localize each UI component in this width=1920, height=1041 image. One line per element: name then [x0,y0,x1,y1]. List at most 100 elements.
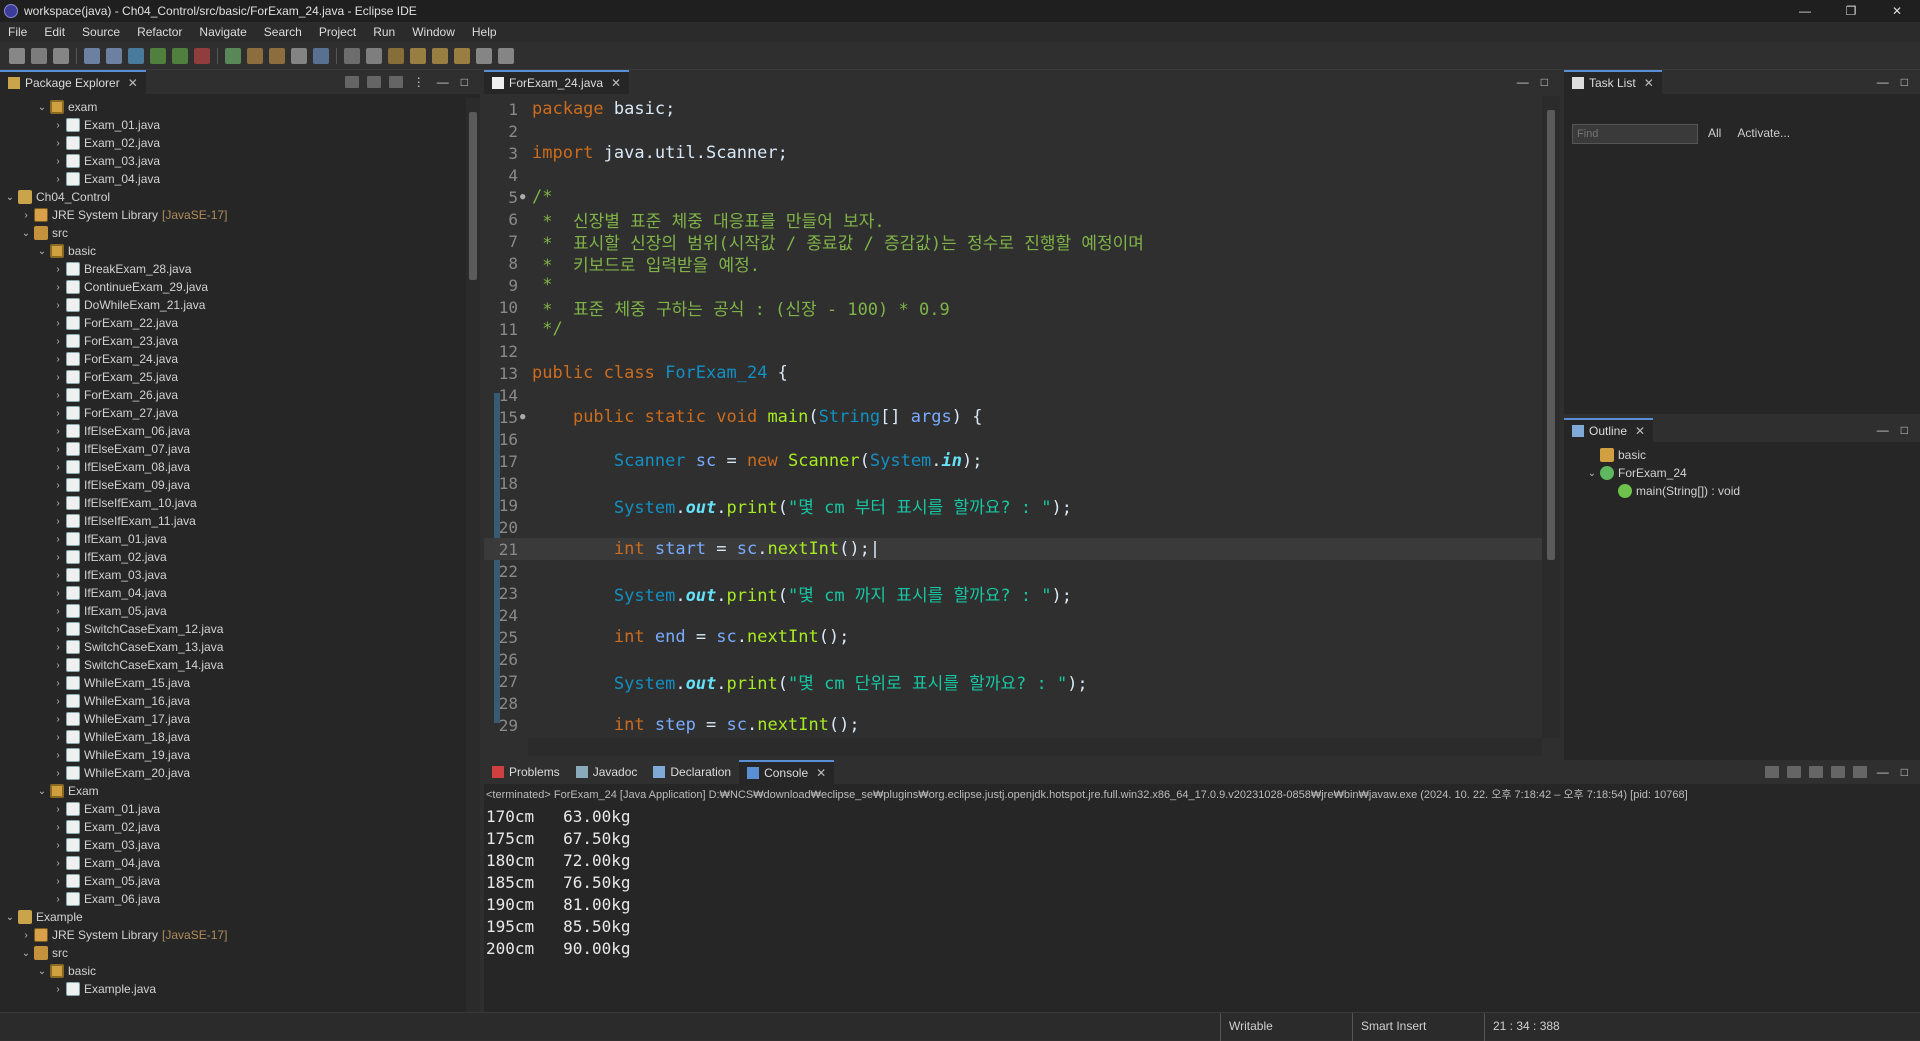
tree-item[interactable]: › ForExam_24.java [0,350,464,368]
chevron-right-icon[interactable]: › [52,372,64,383]
menu-file[interactable]: File [0,22,36,42]
code-line[interactable]: 13 public class ForExam_24 { [484,362,1542,384]
chevron-right-icon[interactable]: › [52,678,64,689]
chevron-down-icon[interactable]: ⌄ [36,966,48,977]
maximize-view-icon[interactable]: □ [1541,75,1548,89]
code-line[interactable]: 10 * 표준 체중 구하는 공식 : (신장 - 100) * 0.9 [484,296,1542,320]
code-line[interactable]: 5 ● /* [484,186,1542,208]
tree-item[interactable]: › WhileExam_15.java [0,674,464,692]
code-area[interactable]: 1 package basic; 2 3 import java.util.Scanne… [484,96,1542,738]
minimize-view-icon[interactable]: — [1877,423,1889,437]
chevron-right-icon[interactable]: › [52,606,64,617]
scrollbar-thumb[interactable] [1547,110,1555,560]
toolbar-tool-icon[interactable] [150,47,166,64]
tree-item[interactable]: › BreakExam_28.java [0,260,464,278]
chevron-right-icon[interactable]: › [52,336,64,347]
tree-item[interactable]: › Example.java [0,980,464,998]
outline-item[interactable]: main(String[]) : void [1570,482,1920,500]
chevron-right-icon[interactable]: › [52,642,64,653]
tree-item[interactable]: › ForExam_23.java [0,332,464,350]
chevron-right-icon[interactable]: › [52,156,64,167]
code-line[interactable]: 15 ● public static void main(String[] arg… [484,406,1542,428]
close-icon[interactable]: ✕ [611,76,621,90]
chevron-right-icon[interactable]: › [52,462,64,473]
outline-item[interactable]: basic [1570,446,1920,464]
code-line[interactable]: 12 [484,340,1542,362]
fold-marker-icon[interactable]: ● [520,412,528,422]
close-icon[interactable]: ✕ [1644,76,1654,90]
code-line[interactable]: 9 * [484,274,1542,296]
chevron-right-icon[interactable]: › [52,570,64,581]
chevron-right-icon[interactable]: › [52,120,64,131]
chevron-right-icon[interactable]: › [52,768,64,779]
tree-item[interactable]: ⌄ Example [0,908,464,926]
tab-package-explorer[interactable]: Package Explorer ✕ [0,70,146,94]
chevron-right-icon[interactable]: › [52,588,64,599]
pin-console-icon[interactable] [1852,766,1867,778]
task-find-input[interactable] [1572,124,1698,144]
terminate-icon[interactable] [1764,766,1779,778]
link-editor-icon[interactable] [366,76,381,88]
maximize-view-icon[interactable]: □ [461,75,468,89]
minimize-button[interactable]: — [1782,4,1828,18]
minimize-view-icon[interactable]: — [1517,75,1529,89]
menu-help[interactable]: Help [464,22,506,42]
tree-item[interactable]: › IfExam_02.java [0,548,464,566]
tree-item[interactable]: › IfElseExam_07.java [0,440,464,458]
tree-item[interactable]: › JRE System Library [JavaSE-17] [0,206,464,224]
console-output[interactable]: 170cm 63.00kg 175cm 67.50kg 180cm 72.00kg 1… [484,804,1902,994]
tree-item[interactable]: ⌄ exam [0,98,464,116]
outline-item[interactable]: ⌄ ForExam_24 [1570,464,1920,482]
tree-item[interactable]: › IfExam_05.java [0,602,464,620]
clear-console-icon[interactable] [1808,766,1823,778]
chevron-right-icon[interactable]: › [52,660,64,671]
code-line[interactable]: 2 [484,120,1542,142]
code-line[interactable]: 27 System.out.print("몇 cm 단위로 표시를 할까요? :… [484,670,1542,694]
tree-item[interactable]: › Exam_01.java [0,116,464,134]
tree-item[interactable]: › ForExam_25.java [0,368,464,386]
code-line[interactable]: 8 * 키보드로 입력받을 예정. [484,252,1542,276]
close-icon[interactable]: ✕ [816,766,826,780]
minimize-view-icon[interactable]: — [437,75,449,89]
tree-item[interactable]: › IfExam_03.java [0,566,464,584]
menu-run[interactable]: Run [365,22,404,42]
close-icon[interactable]: ✕ [128,76,138,90]
tree-item[interactable]: › ForExam_22.java [0,314,464,332]
tree-item[interactable]: › WhileExam_17.java [0,710,464,728]
code-line[interactable]: 14 [484,384,1542,406]
tree-item[interactable]: › Exam_03.java [0,836,464,854]
code-line[interactable]: 16 [484,428,1542,450]
toolbar-tool-icon[interactable] [53,47,69,64]
tree-item[interactable]: › Exam_05.java [0,872,464,890]
tree-item[interactable]: › Exam_03.java [0,152,464,170]
toolbar-tool-icon[interactable] [344,47,360,64]
code-line[interactable]: 22 [484,560,1542,582]
fold-marker-icon[interactable]: ● [520,192,528,202]
chevron-right-icon[interactable]: › [52,984,64,995]
remove-launch-icon[interactable] [1786,766,1801,778]
maximize-view-icon[interactable]: □ [1901,423,1908,437]
toolbar-tool-icon[interactable] [454,47,470,64]
toolbar-tool-icon[interactable] [269,47,285,64]
chevron-down-icon[interactable]: ⌄ [36,786,48,797]
toolbar-tool-icon[interactable] [84,47,100,64]
toolbar-tool-icon[interactable] [194,47,210,64]
chevron-right-icon[interactable]: › [52,444,64,455]
tree-item[interactable]: › Exam_04.java [0,854,464,872]
chevron-right-icon[interactable]: › [52,714,64,725]
tree-item[interactable]: › ForExam_27.java [0,404,464,422]
tree-item[interactable]: ⌄ src [0,944,464,962]
chevron-down-icon[interactable]: ⌄ [4,192,16,203]
maximize-view-icon[interactable]: □ [1901,765,1908,779]
toolbar-tool-icon[interactable] [31,47,47,64]
chevron-right-icon[interactable]: › [52,534,64,545]
code-line[interactable]: 24 [484,604,1542,626]
toolbar-tool-icon[interactable] [128,47,144,64]
chevron-right-icon[interactable]: › [52,624,64,635]
code-line[interactable]: 4 [484,164,1542,186]
toolbar-tool-icon[interactable] [476,47,492,64]
tree-item[interactable]: › SwitchCaseExam_14.java [0,656,464,674]
maximize-view-icon[interactable]: □ [1901,75,1908,89]
tab-problems[interactable]: Problems [484,760,568,784]
toolbar-tool-icon[interactable] [410,47,426,64]
